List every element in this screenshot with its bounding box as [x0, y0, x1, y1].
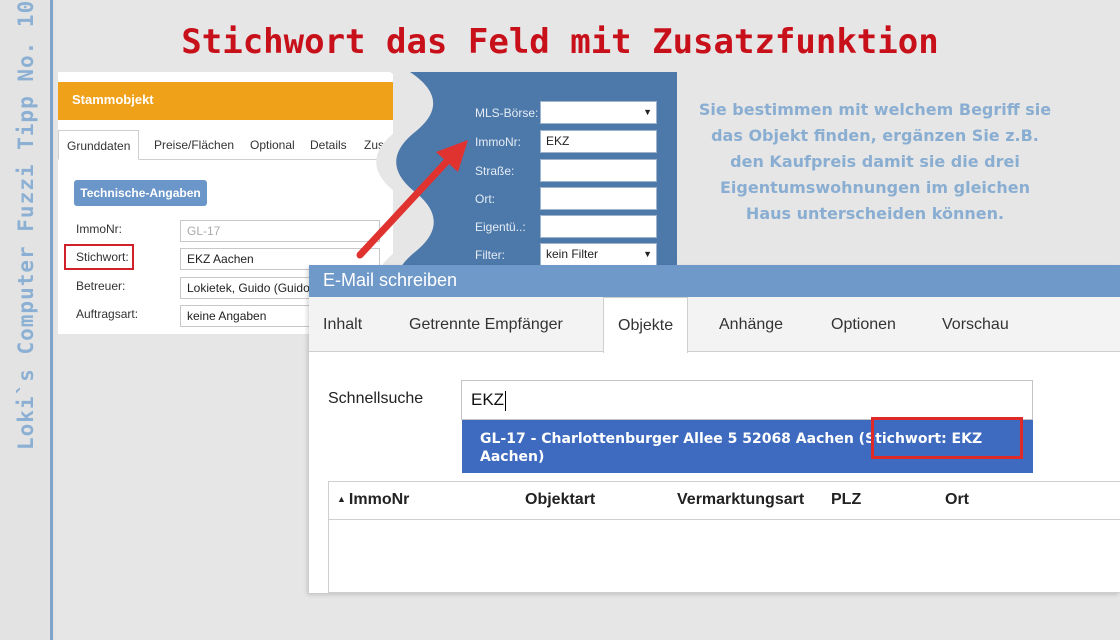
col-vermarktungsart[interactable]: Vermarktungsart: [677, 491, 804, 509]
tab-optional[interactable]: Optional: [242, 130, 303, 160]
filter-immonr-field[interactable]: EKZ: [540, 130, 657, 153]
strasse-field[interactable]: [540, 159, 657, 182]
col-ort[interactable]: Ort: [945, 491, 969, 509]
headline: Stichwort das Feld mit Zusatzfunktion: [181, 22, 939, 62]
table-header: ▲ ImmoNr Objektart Vermarktungsart PLZ Or…: [329, 482, 1120, 520]
filter-panel: MLS-Börse: ▼ ImmoNr: EKZ Straße: Ort: Ei…: [455, 72, 677, 272]
explanation-note: Sie bestimmen mit welchem Begriff sie da…: [698, 100, 1052, 223]
col-objektart[interactable]: Objektart: [525, 491, 595, 509]
schnellsuche-input[interactable]: EKZ: [461, 380, 1033, 420]
stichwort-label: Stichwort:: [76, 250, 129, 264]
email-dialog: E-Mail schreiben Inhalt Getrennte Empfän…: [309, 265, 1120, 593]
filter-immonr-label: ImmoNr:: [475, 135, 521, 149]
immonr-label: ImmoNr:: [76, 222, 122, 236]
col-immonr[interactable]: ▲ ImmoNr: [337, 491, 409, 509]
tab-vorschau[interactable]: Vorschau: [928, 310, 1023, 352]
tab-optionen[interactable]: Optionen: [817, 310, 910, 352]
objects-table: ▲ ImmoNr Objektart Vermarktungsart PLZ Or…: [328, 481, 1120, 593]
schnellsuche-label: Schnellsuche: [328, 390, 424, 407]
mls-boerse-label: MLS-Börse:: [475, 106, 539, 120]
red-arrow-icon: [356, 140, 468, 259]
text-cursor: [505, 390, 507, 411]
tab-details[interactable]: Details: [302, 130, 355, 160]
filter-value: kein Filter: [546, 247, 599, 261]
dialog-tabbar: Inhalt Getrennte Empfänger Objekte Anhän…: [309, 297, 1120, 353]
dialog-title: E-Mail schreiben: [309, 265, 1120, 297]
chevron-down-icon: ▼: [643, 249, 652, 259]
side-divider-line: [50, 0, 53, 640]
eigentuemer-field[interactable]: [540, 215, 657, 238]
sort-ascending-icon: ▲: [337, 494, 346, 504]
betreuer-label: Betreuer:: [76, 279, 126, 293]
auftragsart-label: Auftragsart:: [76, 307, 139, 321]
tab-anhaenge[interactable]: Anhänge: [705, 310, 797, 352]
stammobjekt-header: Stammobjekt: [58, 82, 393, 120]
stammobjekt-title: Stammobjekt: [72, 92, 154, 107]
strasse-label: Straße:: [475, 164, 515, 178]
eigentuemer-label: Eigentü..:: [475, 220, 526, 234]
stichwort-match-highlight: [871, 417, 1023, 459]
col-plz[interactable]: PLZ: [831, 491, 861, 509]
schnellsuche-value: EKZ: [471, 390, 505, 409]
side-caption: Loki`s Computer Fuzzi Tipp No. 10: [14, 0, 38, 450]
tab-inhalt[interactable]: Inhalt: [309, 310, 376, 352]
suggestion-text-line2: Aachen): [480, 449, 545, 465]
tab-objekte[interactable]: Objekte: [603, 297, 689, 353]
technische-angaben-button[interactable]: Technische-Angaben: [74, 180, 207, 206]
chevron-down-icon: ▼: [643, 107, 652, 117]
tab-grunddaten[interactable]: Grunddaten: [58, 130, 140, 160]
stammobjekt-tabs: Grunddaten Preise/Flächen Optional Detai…: [58, 130, 393, 160]
filter-select[interactable]: kein Filter ▼: [540, 243, 657, 266]
mls-boerse-select[interactable]: ▼: [540, 101, 657, 124]
ort-field[interactable]: [540, 187, 657, 210]
tab-getrennte-empfaenger[interactable]: Getrennte Empfänger: [395, 310, 577, 352]
tab-preise-flaechen[interactable]: Preise/Flächen: [146, 130, 242, 160]
col-immonr-label: ImmoNr: [348, 491, 410, 508]
